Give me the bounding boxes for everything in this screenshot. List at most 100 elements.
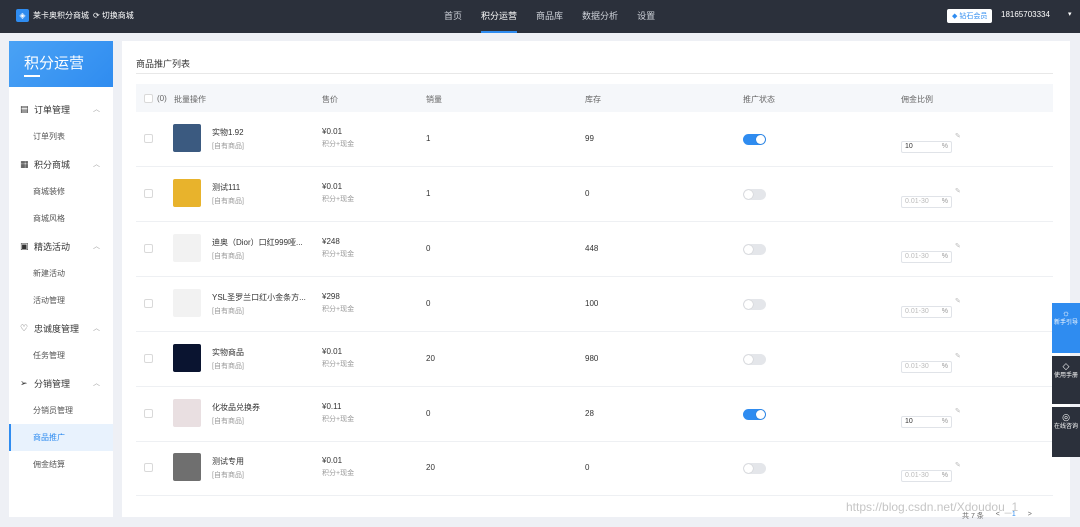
product-source: [自有商品]	[212, 308, 244, 315]
promo-status-toggle[interactable]	[743, 354, 766, 365]
sidebar-group-activities[interactable]: ▣ 精选活动 ︿	[9, 232, 113, 260]
stock-count: 0	[585, 189, 590, 198]
group-label: 分销管理	[34, 378, 71, 389]
pager-next[interactable]: >	[1028, 511, 1032, 521]
product-name[interactable]: 测试111	[212, 182, 244, 193]
product-info: 测试专用 [自有商品]	[212, 456, 244, 480]
promo-status-toggle[interactable]	[743, 189, 766, 200]
edit-icon[interactable]: ✎	[955, 132, 961, 140]
stock-count: 28	[585, 409, 594, 418]
sidebar-item-new-activity[interactable]: 新建活动	[9, 260, 113, 287]
commission-input[interactable]: 0.01-30 %	[901, 470, 952, 482]
nav-points-ops[interactable]: 积分运营	[481, 0, 518, 33]
commission-input[interactable]: 0.01-30 %	[901, 196, 952, 208]
commission-input[interactable]: 0.01-30 %	[901, 361, 952, 373]
commission-input[interactable]: 10 %	[901, 141, 952, 153]
promo-status-toggle[interactable]	[743, 299, 766, 310]
sidebar-item-activity-manage[interactable]: 活动管理	[9, 287, 113, 314]
nav-data-analysis[interactable]: 数据分析	[582, 0, 618, 33]
sidebar-group-loyalty[interactable]: ♡ 忠诚度管理 ︿	[9, 314, 113, 342]
commission-input[interactable]: 0.01-30 %	[901, 306, 952, 318]
logo-text: 莱卡奥积分商城	[33, 11, 89, 20]
sidebar-item-task-manage[interactable]: 任务管理	[9, 342, 113, 369]
promo-status-toggle[interactable]	[743, 409, 766, 420]
table-row: 测试专用 [自有商品] ¥0.01 积分+现金 20 0 0.01-30 % ✎	[136, 441, 1053, 496]
edit-icon[interactable]: ✎	[955, 297, 961, 305]
edit-icon[interactable]: ✎	[955, 242, 961, 250]
sidebar-item-mall-style[interactable]: 商城风格	[9, 205, 113, 232]
diamond-icon: ◆	[952, 13, 958, 20]
row-checkbox[interactable]	[144, 409, 153, 418]
product-name[interactable]: 迪奥（Dior）口红999哑...	[212, 237, 303, 248]
promo-status-toggle[interactable]	[743, 463, 766, 474]
commission-input[interactable]: 10 %	[901, 416, 952, 428]
switch-mall-button[interactable]: ⟳ 切换商城	[93, 10, 134, 21]
sidebar-item-mall-decor[interactable]: 商城装修	[9, 178, 113, 205]
batch-ops-button[interactable]: 批量操作	[174, 94, 206, 105]
table-row: YSL圣罗兰口红小金条方... [自有商品] ¥298 积分+现金 0 100 …	[136, 277, 1053, 332]
product-name[interactable]: 实物1.92	[212, 127, 244, 138]
select-all-checkbox[interactable]	[144, 94, 153, 103]
row-checkbox[interactable]	[144, 244, 153, 253]
pay-method: 积分+现金	[322, 470, 355, 477]
row-checkbox[interactable]	[144, 189, 153, 198]
row-checkbox[interactable]	[144, 463, 153, 472]
product-name[interactable]: 化妆品兑换券	[212, 402, 260, 413]
edit-icon[interactable]: ✎	[955, 352, 961, 360]
commission-input[interactable]: 0.01-30 %	[901, 251, 952, 263]
sidebar-item-order-list[interactable]: 订单列表	[9, 123, 113, 150]
vip-badge[interactable]: ◆ 钻石会员	[947, 9, 993, 23]
edit-icon[interactable]: ✎	[955, 461, 961, 469]
product-price: ¥0.01	[322, 456, 343, 465]
nav-home[interactable]: 首页	[444, 0, 462, 33]
sidebar-item-product-promotion[interactable]: 商品推广	[9, 424, 113, 451]
price-info: ¥0.01 积分+现金	[322, 456, 354, 478]
sidebar-item-commission-settle[interactable]: 佣金结算	[9, 451, 113, 478]
main-panel: 商品推广列表 (0) 批量操作 售价 销量 库存 推广状态 佣金比例 实物1.9…	[122, 41, 1070, 520]
product-name[interactable]: YSL圣罗兰口红小金条方...	[212, 292, 306, 303]
commission-value: 10	[905, 418, 913, 425]
price-info: ¥0.11 积分+现金	[322, 402, 354, 424]
product-source: [自有商品]	[212, 253, 244, 260]
promo-status-toggle[interactable]	[743, 244, 766, 255]
promo-status-toggle[interactable]	[743, 134, 766, 145]
sidebar-item-distributor-manage[interactable]: 分销员管理	[9, 397, 113, 424]
stock-count: 448	[585, 244, 599, 253]
product-thumbnail	[173, 289, 201, 317]
col-price: 售价	[322, 95, 338, 104]
nav-settings[interactable]: 设置	[637, 0, 655, 33]
sidebar-group-mall[interactable]: ▦ 积分商城 ︿	[9, 150, 113, 178]
sales-count: 0	[426, 244, 431, 253]
manual-float-button[interactable]: ◇ 使用手册	[1052, 356, 1080, 404]
sidebar-group-distribution[interactable]: ➢ 分销管理 ︿	[9, 369, 113, 397]
nav-product-library[interactable]: 商品库	[536, 0, 563, 33]
edit-icon[interactable]: ✎	[955, 407, 961, 415]
price-info: ¥0.01 积分+现金	[322, 182, 354, 204]
row-checkbox[interactable]	[144, 354, 153, 363]
col-commission: 佣金比例	[901, 95, 933, 104]
book-icon: ◇	[1062, 361, 1070, 371]
switch-mall-label: 切换商城	[101, 11, 134, 20]
account-phone[interactable]: 18165703334	[1001, 10, 1050, 19]
product-name[interactable]: 实物商品	[212, 347, 244, 358]
logo[interactable]: ◈ 莱卡奥积分商城	[16, 9, 89, 22]
pay-method: 积分+现金	[322, 361, 355, 368]
consult-float-button[interactable]: ◎ 在线咨询	[1052, 407, 1080, 457]
percent-unit: %	[941, 253, 948, 260]
percent-unit: %	[941, 363, 948, 370]
edit-icon[interactable]: ✎	[955, 187, 961, 195]
chevron-down-icon[interactable]: ▾	[1068, 10, 1072, 18]
stock-count: 99	[585, 134, 594, 143]
product-price: ¥0.01	[322, 347, 343, 356]
sales-count: 1	[426, 189, 431, 198]
price-info: ¥0.01 积分+现金	[322, 127, 354, 149]
sidebar-group-orders[interactable]: ▤ 订单管理 ︿	[9, 95, 113, 123]
product-name[interactable]: 测试专用	[212, 456, 244, 467]
guide-float-button[interactable]: ☼ 新手引导	[1052, 303, 1080, 353]
row-checkbox[interactable]	[144, 134, 153, 143]
heart-icon: ♡	[20, 322, 29, 333]
product-thumbnail	[173, 344, 201, 372]
row-checkbox[interactable]	[144, 299, 153, 308]
page-title: 商品推广列表	[136, 59, 191, 69]
mall-icon: ▦	[20, 158, 29, 169]
